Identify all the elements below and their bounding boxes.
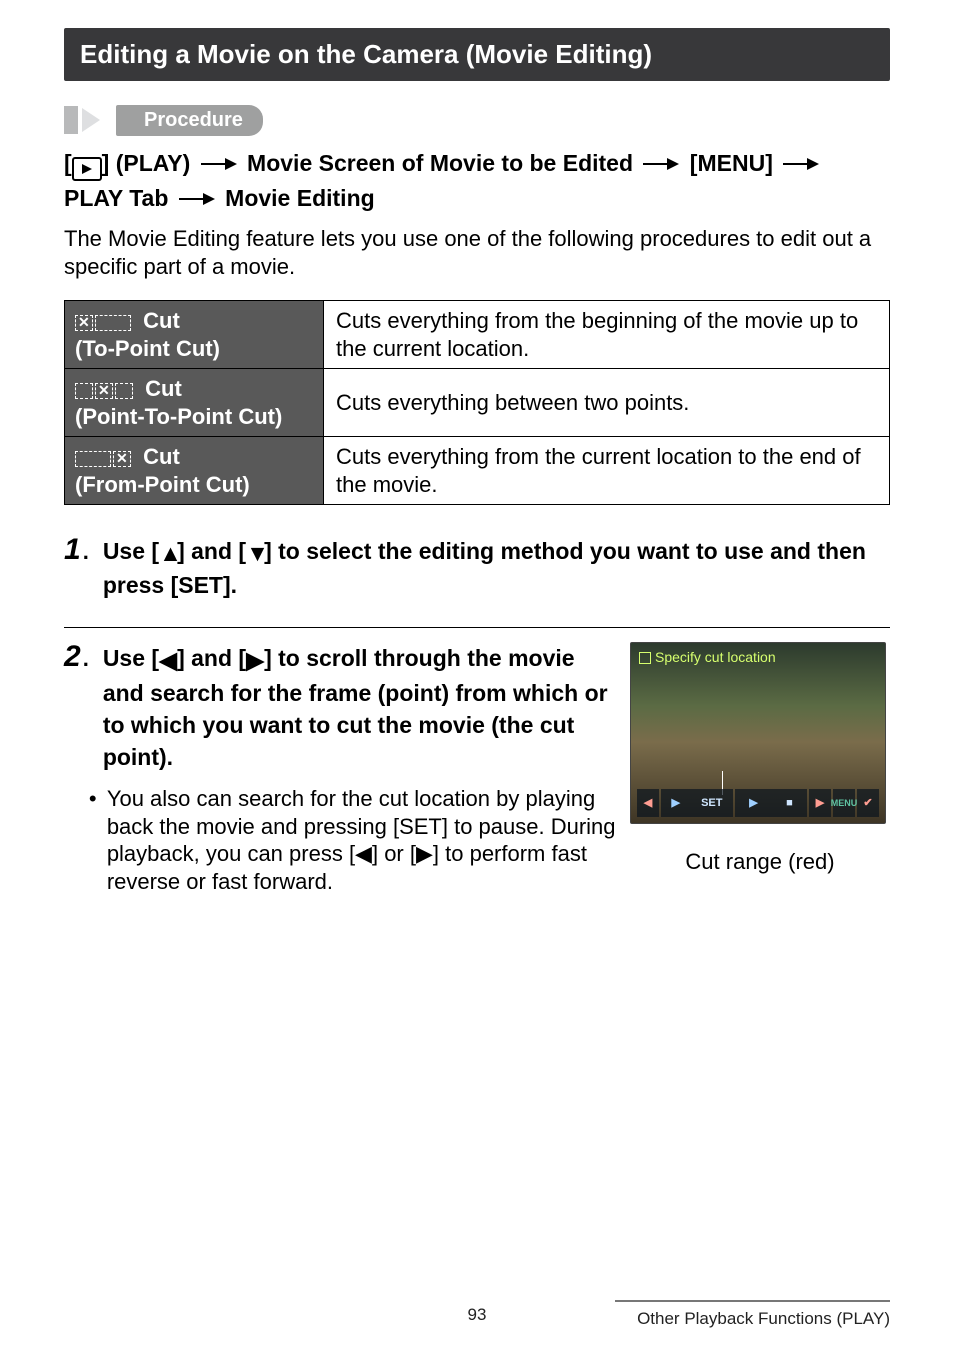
row-header: Cut (From-Point Cut) [65, 437, 324, 505]
row-desc: Cuts everything from the beginning of th… [324, 301, 890, 369]
confirm-icon: ✔ [857, 789, 879, 817]
table-row: Cut (To-Point Cut) Cuts everything from … [65, 301, 890, 369]
arrow-right-icon [179, 193, 215, 205]
footer-rule [615, 1300, 890, 1302]
ff-stop-group: ▶ ■ [735, 789, 807, 817]
down-key-icon: ▼ [246, 537, 264, 569]
segment-icon [75, 315, 131, 331]
path-seg1: Movie Screen of Movie to be Edited [241, 150, 640, 176]
path-seg2: [MENU] [683, 150, 779, 176]
path-open-bracket: [ [64, 150, 72, 176]
footer-section: Other Playback Functions (PLAY) [637, 1309, 890, 1328]
right-key-icon: ▶ [246, 644, 264, 676]
play-icon: ▶ [672, 797, 680, 811]
row-title: Cut [139, 376, 182, 401]
step-number: 1. [64, 535, 89, 565]
segment-icon [75, 383, 133, 399]
forward-icon: ▶ [749, 797, 757, 811]
menu-label: MENU [833, 789, 855, 817]
row-sub: (From-Point Cut) [75, 472, 250, 497]
row-sub: (Point-To-Point Cut) [75, 404, 282, 429]
row-header: Cut (To-Point Cut) [65, 301, 324, 369]
table-row: Cut (From-Point Cut) Cuts everything fro… [65, 437, 890, 505]
forward-end-icon: ▶ [809, 789, 831, 817]
row-sub: (To-Point Cut) [75, 336, 220, 361]
step-number: 2. [64, 642, 89, 672]
stop-icon: ■ [786, 797, 793, 811]
steps-list: 1. Use [▲] and [▼] to select the editing… [64, 535, 890, 601]
procedure-row: Procedure [64, 105, 890, 136]
set-label: SET [701, 797, 722, 811]
segment-icon [75, 451, 131, 467]
preview-top-label: Specify cut location [639, 649, 776, 667]
procedure-label: Procedure [116, 105, 263, 136]
section-title: Editing a Movie on the Camera (Movie Edi… [80, 39, 652, 69]
page-footer: 93 Other Playback Functions (PLAY) [64, 1300, 890, 1329]
bullet-dot-icon: • [89, 785, 97, 813]
arrow-right-icon [783, 158, 819, 170]
section-header: Editing a Movie on the Camera (Movie Edi… [64, 28, 890, 81]
step-divider [64, 627, 890, 628]
left-key-icon: ◀ [159, 644, 177, 676]
checkbox-icon [639, 652, 651, 664]
step-1-text-b: ] and [ [177, 538, 246, 564]
step-1: 1. Use [▲] and [▼] to select the editing… [64, 535, 890, 601]
steps-list-2: 2. Use [◀] and [▶] to scroll through the… [64, 642, 890, 895]
row-title: Cut [137, 444, 180, 469]
row-desc: Cuts everything from the current locatio… [324, 437, 890, 505]
play-icon [72, 157, 102, 181]
step-2-text: Use [◀] and [▶] to scroll through the mo… [103, 645, 608, 770]
path-seg4: Movie Editing [219, 185, 375, 211]
page-number: 93 [339, 1304, 614, 1325]
procedure-marker-icon [64, 106, 78, 134]
path-play-word: ] (PLAY) [102, 150, 197, 176]
step-1-text-a: Use [ [103, 538, 159, 564]
preview-controls: ◀ ▶ SET ▶ ■ ▶ MENU ✔ [637, 789, 879, 817]
cut-options-table: Cut (To-Point Cut) Cuts everything from … [64, 300, 890, 505]
step-2-bullet-text: You also can search for the cut location… [107, 786, 616, 894]
row-header: Cut (Point-To-Point Cut) [65, 369, 324, 437]
up-key-icon: ▲ [159, 537, 177, 569]
procedure-path: [ ] (PLAY) Movie Screen of Movie to be Ed… [64, 146, 890, 216]
step-2-text-a: Use [ [103, 645, 159, 671]
table-row: Cut (Point-To-Point Cut) Cuts everything… [65, 369, 890, 437]
path-line2: PLAY Tab [64, 185, 175, 211]
preview-top-label-text: Specify cut location [655, 649, 776, 667]
step-2-text-b: ] and [ [177, 645, 246, 671]
arrow-right-icon [643, 158, 679, 170]
play-set-group: ▶ SET [661, 789, 733, 817]
row-title: Cut [137, 308, 180, 333]
row-desc: Cuts everything between two points. [324, 369, 890, 437]
step-2-preview: Specify cut location ◀ ▶ SET ▶ ■ ▶ [630, 642, 890, 876]
step-1-text: Use [▲] and [▼] to select the editing me… [103, 538, 866, 598]
step-2-bullet: • You also can search for the cut locati… [103, 785, 616, 895]
preview-caption: Cut range (red) [630, 848, 890, 876]
movie-preview: Specify cut location ◀ ▶ SET ▶ ■ ▶ [630, 642, 886, 824]
step-2: 2. Use [◀] and [▶] to scroll through the… [64, 642, 890, 895]
intro-text: The Movie Editing feature lets you use o… [64, 225, 890, 280]
arrow-right-icon [201, 158, 237, 170]
rewind-icon: ◀ [637, 789, 659, 817]
